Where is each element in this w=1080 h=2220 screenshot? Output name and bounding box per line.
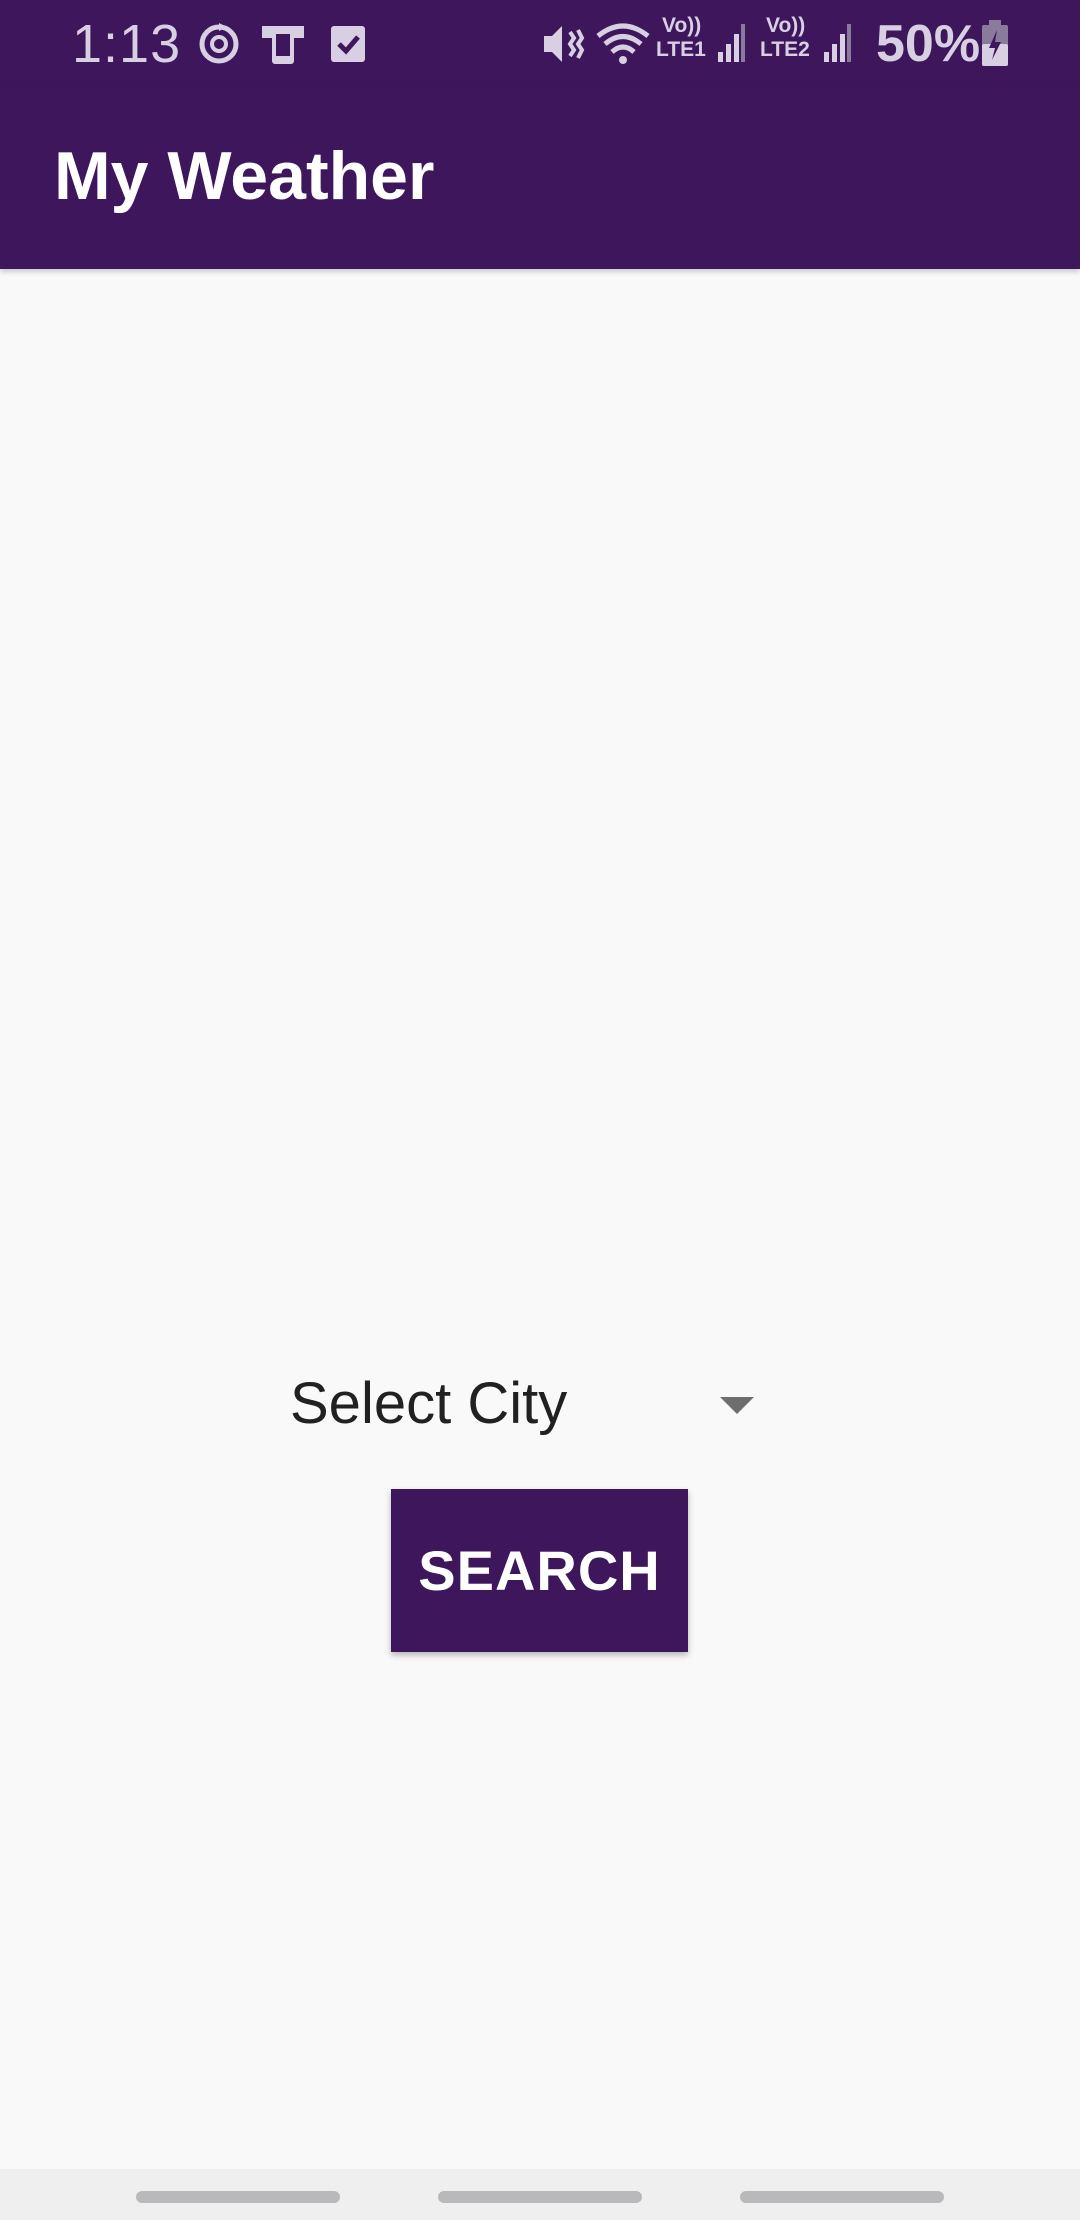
search-button[interactable]: SEARCH xyxy=(391,1489,688,1652)
app-bar: My Weather xyxy=(0,88,1080,269)
wifi-icon xyxy=(596,23,650,64)
nav-recents-button[interactable] xyxy=(136,2191,340,2203)
city-spinner-value: Select City xyxy=(290,1371,568,1436)
status-bar: 1:13 Vo)) LTE1 Vo)) LTE2 50% xyxy=(0,0,1080,88)
sim1-volte-label: Vo)) xyxy=(662,14,702,37)
battery-charging-icon xyxy=(982,20,1008,66)
sim2-volte-label: Vo)) xyxy=(766,14,806,37)
sim1-lte-label: LTE1 xyxy=(656,38,706,61)
status-time: 1:13 xyxy=(72,14,182,74)
nav-back-button[interactable] xyxy=(740,2191,944,2203)
dropdown-arrow-icon xyxy=(720,1397,754,1414)
main-content: Select City SEARCH xyxy=(0,269,1080,2169)
signal-icon xyxy=(718,24,745,62)
checkbox-icon xyxy=(331,26,365,62)
mute-vibrate-icon xyxy=(544,26,585,62)
city-spinner[interactable]: Select City xyxy=(270,1359,770,1449)
app-title: My Weather xyxy=(54,138,435,214)
battery-percent: 50% xyxy=(876,15,981,73)
signal-icon xyxy=(824,24,851,62)
navigation-bar xyxy=(0,2169,1080,2220)
sim2-lte-label: LTE2 xyxy=(760,38,810,61)
nav-home-button[interactable] xyxy=(438,2191,642,2203)
sync-icon xyxy=(199,23,239,64)
phone-device-icon xyxy=(262,26,304,64)
